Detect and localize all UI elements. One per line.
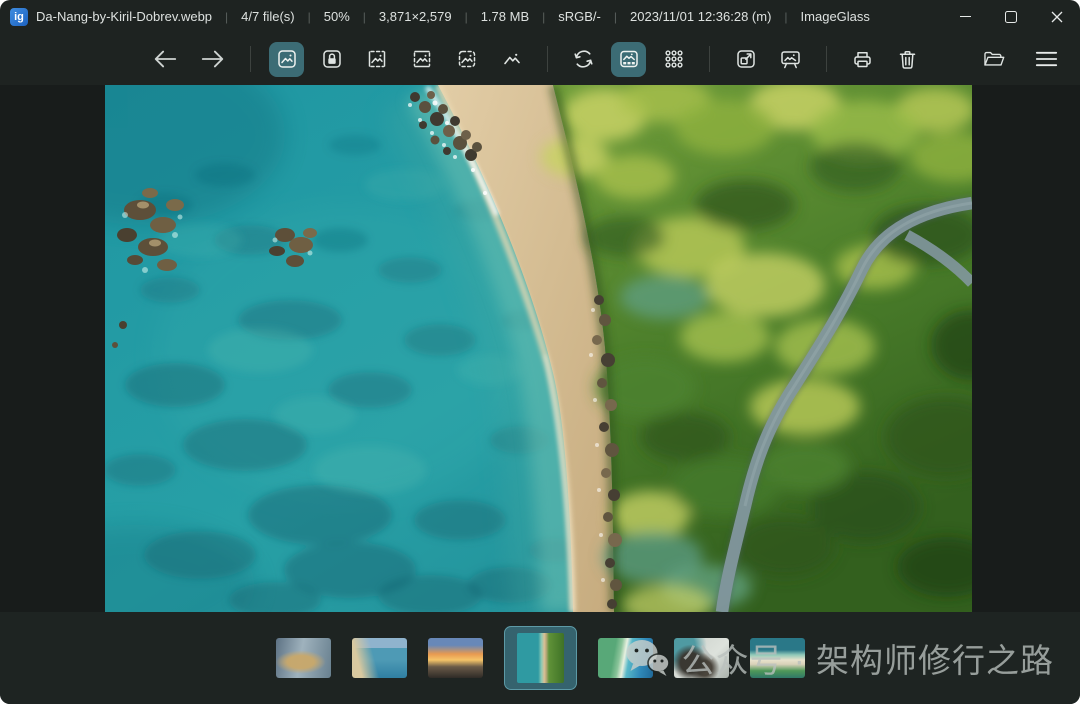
date-modified: 2023/11/01 12:36:28 (m) bbox=[630, 9, 771, 24]
next-image-button[interactable] bbox=[194, 42, 232, 77]
thumbnail-rocky-shore[interactable] bbox=[674, 638, 729, 678]
thumbnail-bar: 公众号 · 架构师修行之路 bbox=[0, 612, 1080, 704]
titlebar-separator: | bbox=[225, 10, 228, 24]
scale-width-icon bbox=[366, 48, 388, 70]
slideshow-icon bbox=[779, 48, 802, 71]
thumbnail-sunset-boats[interactable] bbox=[428, 638, 483, 678]
scale-height-icon bbox=[411, 48, 433, 70]
file-size: 1.78 MB bbox=[481, 9, 529, 24]
open-file-button[interactable] bbox=[976, 42, 1011, 77]
scale-to-height-button[interactable] bbox=[404, 42, 439, 77]
checkerboard-button[interactable] bbox=[656, 42, 691, 77]
titlebar-separator: | bbox=[614, 10, 617, 24]
app-logo-icon: ig bbox=[10, 8, 28, 26]
refresh-button[interactable] bbox=[566, 42, 601, 77]
open-full-size-button[interactable] bbox=[728, 42, 763, 77]
thumbnail-palm-beach[interactable] bbox=[750, 638, 805, 678]
toolbar-separator bbox=[547, 46, 548, 72]
window-controls bbox=[942, 0, 1080, 33]
maximize-button[interactable] bbox=[988, 0, 1034, 33]
scale-fit-icon bbox=[456, 48, 478, 70]
image-dimensions: 3,871×2,579 bbox=[379, 9, 452, 24]
arrow-left-icon bbox=[152, 48, 178, 70]
titlebar: ig Da-Nang-by-Kiril-Dobrev.webp | 4/7 fi… bbox=[0, 0, 1080, 33]
thumbnail-da-nang-coast-image bbox=[517, 633, 564, 683]
auto-zoom-icon bbox=[276, 48, 298, 70]
main-image[interactable] bbox=[105, 85, 972, 612]
toolbar-right-group bbox=[976, 42, 1064, 77]
lock-zoom-button[interactable] bbox=[314, 42, 349, 77]
scale-to-width-button[interactable] bbox=[359, 42, 394, 77]
titlebar-separator: | bbox=[465, 10, 468, 24]
thumbnail-bar-button[interactable] bbox=[611, 42, 646, 77]
titlebar-separator: | bbox=[784, 10, 787, 24]
close-icon bbox=[1051, 11, 1063, 23]
filename: Da-Nang-by-Kiril-Dobrev.webp bbox=[36, 9, 212, 24]
slideshow-button[interactable] bbox=[773, 42, 808, 77]
delete-button[interactable] bbox=[890, 42, 925, 77]
watermark-text: 公众号 · 架构师修行之路 bbox=[682, 634, 1054, 682]
minimize-icon bbox=[960, 16, 971, 17]
previous-image-button[interactable] bbox=[146, 42, 184, 77]
titlebar-separator: | bbox=[542, 10, 545, 24]
titlebar-separator: | bbox=[363, 10, 366, 24]
toolbar bbox=[0, 33, 1080, 85]
main-menu-button[interactable] bbox=[1029, 42, 1064, 77]
trash-icon bbox=[896, 48, 919, 71]
grid-dots-icon bbox=[663, 48, 685, 70]
thumbnail-da-nang-coast-selected[interactable] bbox=[504, 626, 577, 690]
viewer-canvas bbox=[0, 85, 1080, 612]
toolbar-separator bbox=[826, 46, 827, 72]
print-button[interactable] bbox=[845, 42, 880, 77]
thumbnail-beach-waves[interactable] bbox=[598, 638, 653, 678]
printer-icon bbox=[851, 48, 874, 71]
toolbar-separator bbox=[709, 46, 710, 72]
hamburger-icon bbox=[1035, 49, 1058, 69]
lock-icon bbox=[321, 48, 343, 70]
minimize-button[interactable] bbox=[942, 0, 988, 33]
scale-fill-icon bbox=[501, 48, 523, 70]
toolbar-separator bbox=[250, 46, 251, 72]
refresh-icon bbox=[572, 47, 595, 71]
arrow-right-icon bbox=[200, 48, 226, 70]
folder-open-icon bbox=[982, 47, 1005, 71]
zoom-level: 50% bbox=[324, 9, 350, 24]
file-count: 4/7 file(s) bbox=[241, 9, 294, 24]
imageglass-window: ig Da-Nang-by-Kiril-Dobrev.webp | 4/7 fi… bbox=[0, 0, 1080, 704]
color-profile: sRGB/- bbox=[558, 9, 601, 24]
thumbnail-coastal-city[interactable] bbox=[352, 638, 407, 678]
thumbnail-bar-icon bbox=[618, 48, 640, 70]
full-size-icon bbox=[735, 48, 757, 70]
thumbnail-golden-bridge[interactable] bbox=[276, 638, 331, 678]
titlebar-separator: | bbox=[308, 10, 311, 24]
scale-to-fill-button[interactable] bbox=[494, 42, 529, 77]
app-name: ImageGlass bbox=[801, 9, 870, 24]
auto-zoom-button[interactable] bbox=[269, 42, 304, 77]
close-button[interactable] bbox=[1034, 0, 1080, 33]
maximize-icon bbox=[1005, 11, 1017, 23]
scale-to-fit-button[interactable] bbox=[449, 42, 484, 77]
